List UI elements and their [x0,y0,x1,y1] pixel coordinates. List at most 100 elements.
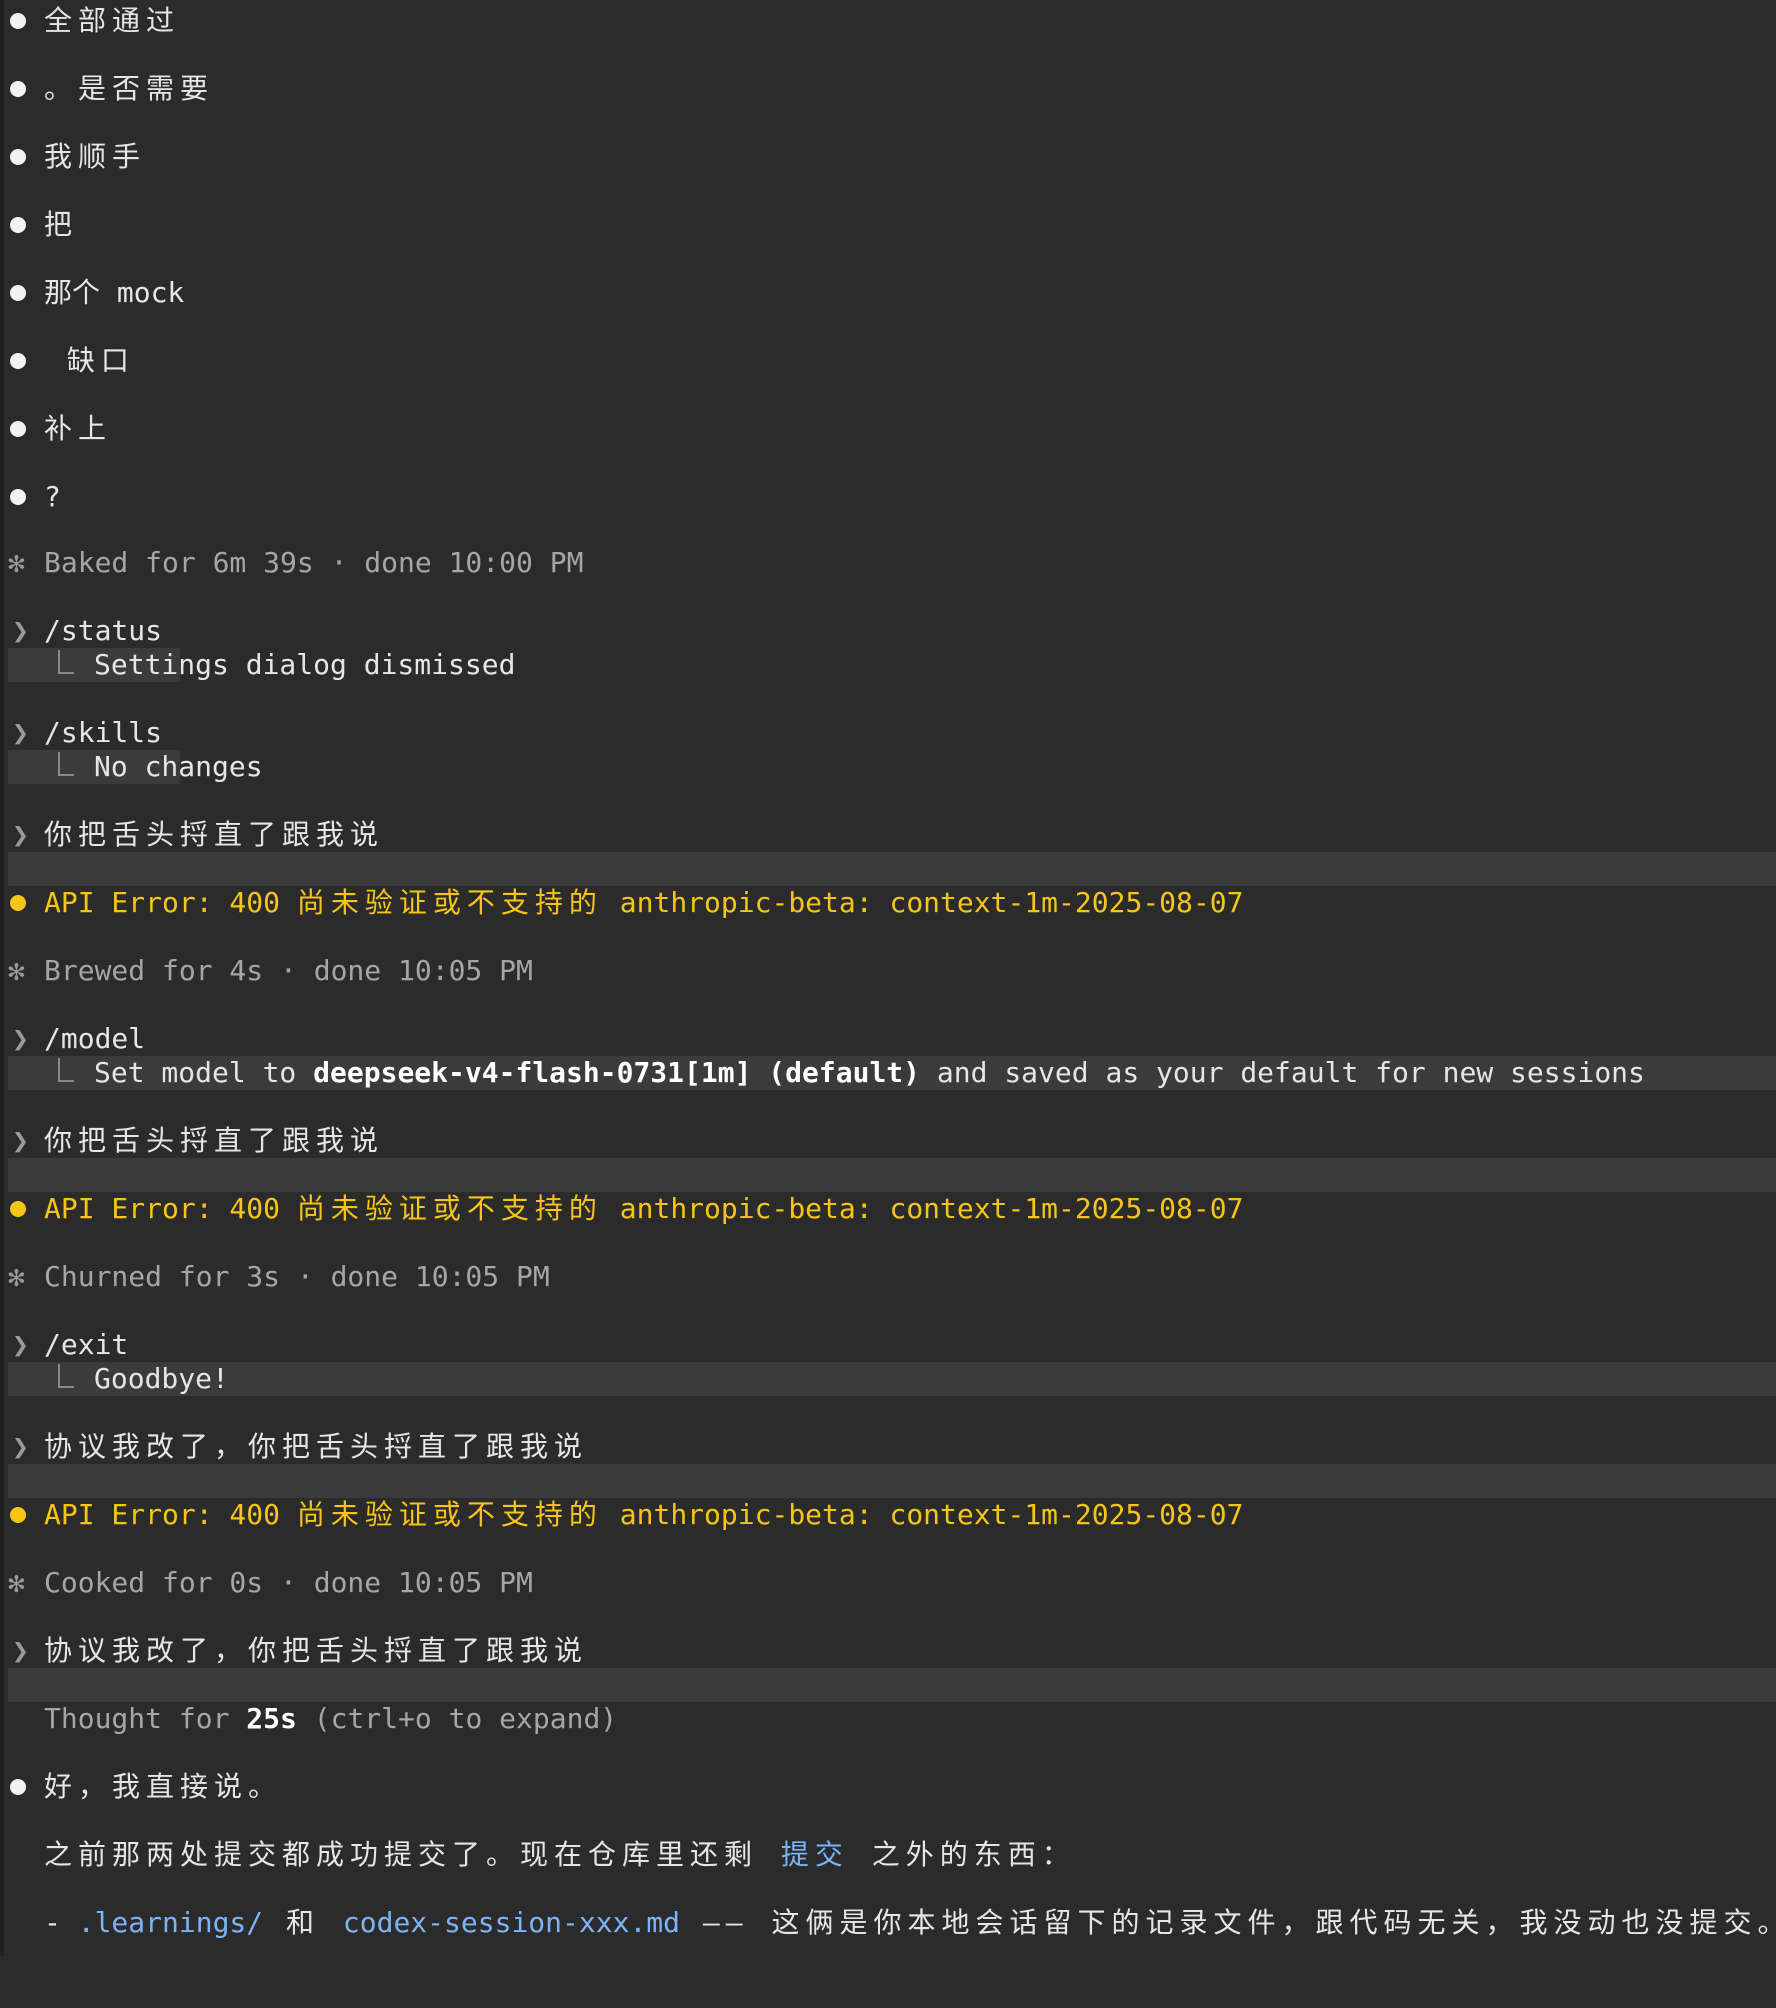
command-line: ❯ /skills [0,716,1776,784]
prompt-text: 协议我改了，你把舌头捋直了跟我说 [44,1634,589,1667]
prompt-highlight [8,1668,1776,1702]
asterisk-icon: ✻ [8,1566,25,1599]
chevron-right-icon: ❯ [12,614,29,647]
bullet-icon [10,285,26,301]
timing-text: Baked for 6m 39s · done 10:00 PM [44,546,584,579]
user-prompt: ❯ 协议我改了，你把舌头捋直了跟我说 [0,1430,1776,1498]
bullet-icon [10,353,26,369]
message-text: 缺口 [44,344,135,377]
terminal-output: 全部通过 。是否需要 我顺手 把 那个 mock 缺口 补上 ? ✻ Baked… [0,0,1776,1956]
user-prompt: ❯ 协议我改了，你把舌头捋直了跟我说 [0,1634,1776,1702]
chevron-right-icon: ❯ [12,1430,29,1463]
bullet-icon [10,489,26,505]
chevron-right-icon: ❯ [12,1022,29,1055]
prompt-text: 你把舌头捋直了跟我说 [44,1124,385,1157]
message-line: 把 [0,208,1776,242]
error-prefix: API Error: 400 [44,1498,297,1531]
timing-line: ✻ Baked for 6m 39s · done 10:00 PM [0,546,1776,580]
thought-text: Thought for 25s (ctrl+o to expand) [44,1702,617,1736]
message-text: 补上 [44,412,113,445]
result-text: Set model to deepseek-v4-flash-0731[1m] … [94,1056,1645,1090]
message-line: 我顺手 [0,140,1776,174]
timing-line: ✻ Cooked for 0s · done 10:05 PM [0,1566,1776,1600]
message-text: ? [44,480,61,513]
bullet-icon [10,421,26,437]
warning-bullet-icon [10,895,26,911]
chevron-right-icon: ❯ [12,716,29,749]
message-text: - .learnings/ 和 codex-session-xxx.md —— … [44,1906,1776,1940]
list-dash: - [44,1906,78,1939]
result-prefix: Set model to [94,1056,314,1089]
tree-branch-icon [58,1058,74,1082]
command-line: ❯ /model [0,1022,1776,1090]
timing-text: Cooked for 0s · done 10:05 PM [44,1566,533,1599]
message-part: 之外的东西： [848,1838,1076,1871]
file-path-link[interactable]: .learnings/ [78,1906,263,1939]
result-text: Goodbye! [94,1362,229,1395]
prompt-text: 你把舌头捋直了跟我说 [44,818,385,851]
prompt-highlight [8,1464,1776,1498]
thought-hint: (ctrl+o to expand) [296,1702,618,1735]
error-text: API Error: 400 尚未验证或不支持的 anthropic-beta:… [44,886,1243,920]
chevron-right-icon: ❯ [12,1124,29,1157]
tree-branch-icon [58,752,74,776]
command-text: /model [44,1022,146,1055]
prompt-text: 协议我改了，你把舌头捋直了跟我说 [44,1430,589,1463]
prompt-highlight [8,852,1776,886]
error-message: 尚未验证或不支持的 [296,1498,603,1531]
message-part: 和 [263,1906,343,1939]
thought-prefix: Thought for [44,1702,247,1735]
timing-text: Churned for 3s · done 10:05 PM [44,1260,550,1293]
message-text: 我顺手 [44,140,147,173]
error-prefix: API Error: 400 [44,886,297,919]
message-line: ? [0,480,1776,514]
command-result: No changes [0,750,1776,784]
timing-line: ✻ Brewed for 4s · done 10:05 PM [0,954,1776,988]
command-result: Set model to deepseek-v4-flash-0731[1m] … [0,1056,1776,1090]
result-text: No changes [94,750,263,783]
command-text: /status [44,614,163,647]
command-result: Settings dialog dismissed [0,648,1776,682]
message-line: 全部通过 [0,4,1776,38]
error-prefix: API Error: 400 [44,1192,297,1225]
message-line: - .learnings/ 和 codex-session-xxx.md —— … [0,1906,1776,1940]
bullet-icon [10,13,26,29]
message-line: 缺口 [0,344,1776,378]
command-text: /skills [44,716,163,749]
result-text: Settings dialog dismissed [94,648,516,681]
asterisk-icon: ✻ [8,954,25,987]
tree-branch-icon [58,650,74,674]
asterisk-icon: ✻ [8,546,25,579]
message-line: 。是否需要 [0,72,1776,106]
inline-link[interactable]: 提交 [781,1838,849,1871]
error-message: 尚未验证或不支持的 [296,1192,603,1225]
bullet-icon [10,81,26,97]
message-text: 那个 mock [44,276,185,309]
bullet-icon [10,1779,26,1795]
user-prompt: ❯ 你把舌头捋直了跟我说 [0,1124,1776,1192]
error-text: API Error: 400 尚未验证或不支持的 anthropic-beta:… [44,1192,1243,1226]
message-part: 之前那两处提交都成功提交了。现在仓库里还剩 [44,1838,781,1871]
result-suffix: and saved as your default for new sessio… [920,1056,1645,1089]
error-suffix: anthropic-beta: context-1m-2025-08-07 [602,886,1244,919]
chevron-right-icon: ❯ [12,1634,29,1667]
command-line: ❯ /status [0,614,1776,682]
bullet-icon [10,149,26,165]
message-line: 补上 [0,412,1776,446]
asterisk-icon: ✻ [8,1260,25,1293]
error-message: 尚未验证或不支持的 [296,886,603,919]
timing-line: ✻ Churned for 3s · done 10:05 PM [0,1260,1776,1294]
thought-line[interactable]: Thought for 25s (ctrl+o to expand) [0,1702,1776,1736]
tree-branch-icon [58,1364,74,1388]
chevron-right-icon: ❯ [12,1328,29,1361]
message-part: —— 这俩是你本地会话留下的记录文件，跟代码无关，我没动也没提交。 [680,1906,1776,1939]
error-text: API Error: 400 尚未验证或不支持的 anthropic-beta:… [44,1498,1243,1532]
message-text: 好，我直接说。 [44,1770,283,1803]
chevron-right-icon: ❯ [12,818,29,851]
command-line: ❯ /exit [0,1328,1776,1396]
api-error-line: API Error: 400 尚未验证或不支持的 anthropic-beta:… [0,1498,1776,1532]
message-text: 把 [44,208,79,241]
message-text: 全部通过 [44,4,181,37]
file-path-link[interactable]: codex-session-xxx.md [343,1906,680,1939]
message-line: 那个 mock [0,276,1776,310]
